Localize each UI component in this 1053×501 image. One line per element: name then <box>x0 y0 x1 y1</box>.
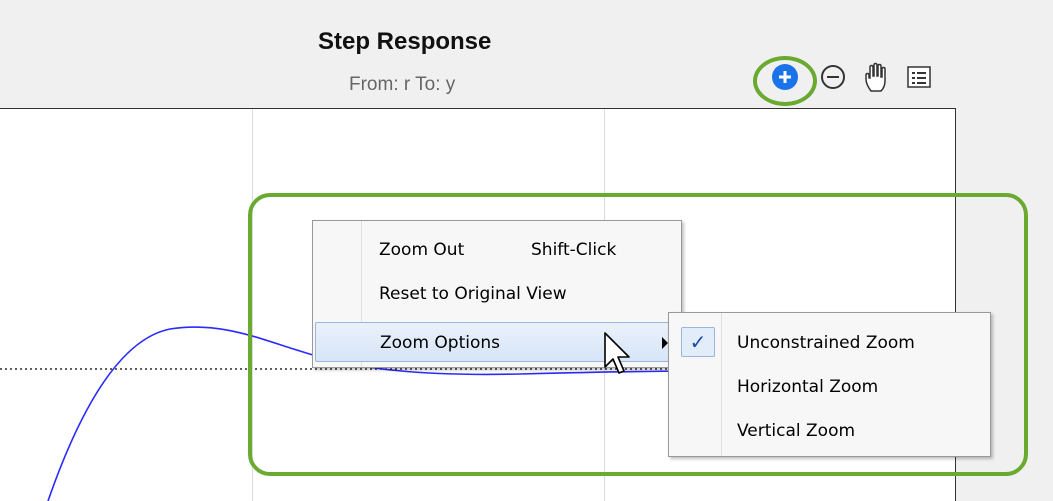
submenu-item-horizontal-zoom[interactable]: Horizontal Zoom <box>669 367 990 405</box>
submenu-item-unconstrained-zoom[interactable]: ✓ Unconstrained Zoom <box>669 323 990 361</box>
pan-button[interactable] <box>861 61 893 93</box>
menu-item-shortcut: Shift-Click <box>531 240 617 260</box>
submenu-item-label: Unconstrained Zoom <box>737 333 915 353</box>
data-cursor-button[interactable] <box>903 61 935 93</box>
menu-item-zoom-out[interactable]: Zoom Out Shift-Click <box>315 233 679 267</box>
figure-window: Step Response From: r To: y Zoom Out Shi… <box>0 0 1053 501</box>
zoom-out-button[interactable] <box>817 61 849 93</box>
submenu-item-label: Vertical Zoom <box>737 421 856 441</box>
menu-item-label: Reset to Original View <box>379 284 567 304</box>
menu-item-label: Zoom Options <box>380 333 501 353</box>
zoom-button-highlight <box>753 56 817 106</box>
zoom-out-icon <box>821 65 845 89</box>
checkmark-icon: ✓ <box>681 327 715 357</box>
data-cursor-icon <box>907 66 931 88</box>
zoom-options-submenu: ✓ Unconstrained Zoom Horizontal Zoom Ver… <box>668 312 991 457</box>
plot-title: Step Response <box>318 28 492 55</box>
submenu-item-label: Horizontal Zoom <box>737 377 879 397</box>
plot-subtitle: From: r To: y <box>349 74 456 95</box>
pan-icon <box>865 62 886 92</box>
menu-item-label: Zoom Out <box>379 240 465 260</box>
submenu-item-vertical-zoom[interactable]: Vertical Zoom <box>669 411 990 449</box>
menu-item-reset-view[interactable]: Reset to Original View <box>315 277 679 311</box>
mouse-cursor-icon <box>604 332 630 374</box>
